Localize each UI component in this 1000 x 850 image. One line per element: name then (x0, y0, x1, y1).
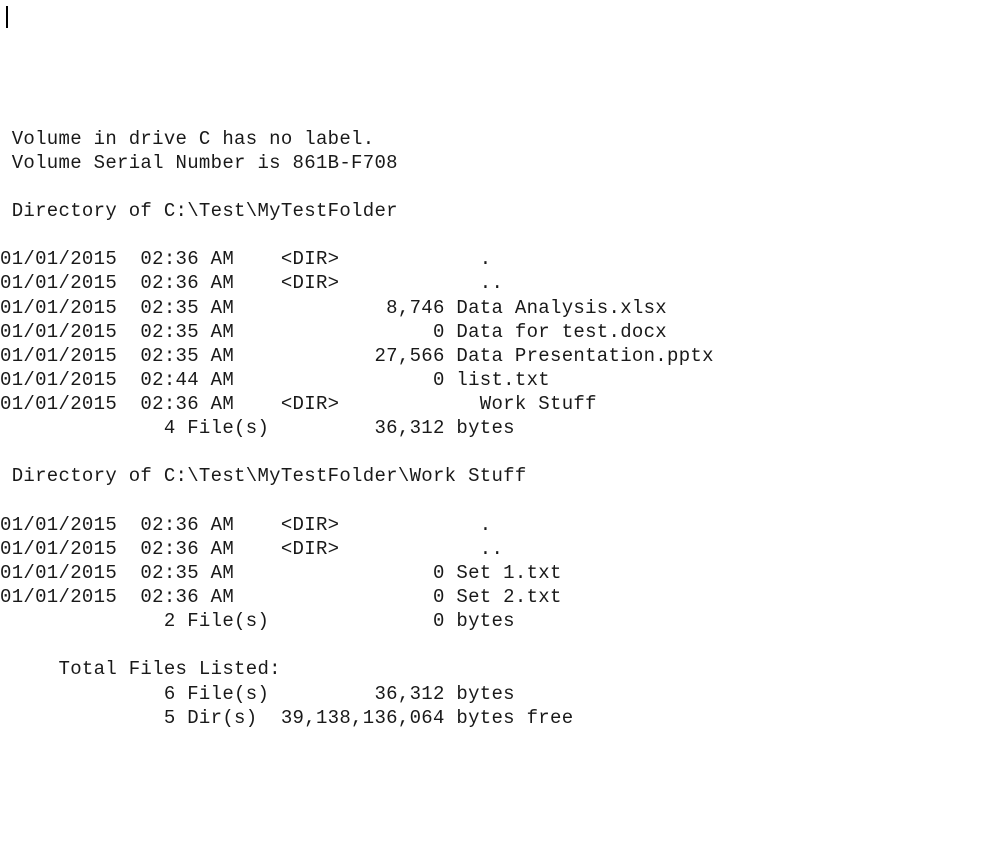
text-cursor (6, 6, 8, 28)
dir-command-output: Volume in drive C has no label. Volume S… (0, 127, 1000, 730)
